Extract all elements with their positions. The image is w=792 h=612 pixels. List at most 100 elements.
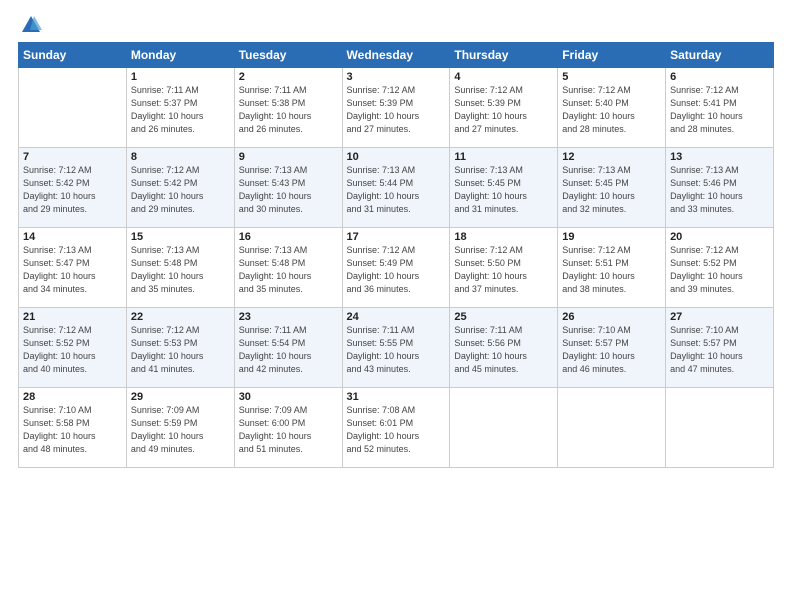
calendar-cell: 25Sunrise: 7:11 AM Sunset: 5:56 PM Dayli… [450, 308, 558, 388]
logo-icon [20, 14, 42, 36]
weekday-header-monday: Monday [126, 43, 234, 68]
weekday-header-saturday: Saturday [666, 43, 774, 68]
day-info: Sunrise: 7:13 AM Sunset: 5:47 PM Dayligh… [23, 244, 122, 296]
calendar-cell: 14Sunrise: 7:13 AM Sunset: 5:47 PM Dayli… [19, 228, 127, 308]
day-info: Sunrise: 7:12 AM Sunset: 5:40 PM Dayligh… [562, 84, 661, 136]
weekday-header-friday: Friday [558, 43, 666, 68]
day-number: 13 [670, 151, 769, 163]
calendar-cell [558, 388, 666, 468]
weekday-header-row: SundayMondayTuesdayWednesdayThursdayFrid… [19, 43, 774, 68]
calendar-cell: 1Sunrise: 7:11 AM Sunset: 5:37 PM Daylig… [126, 68, 234, 148]
day-info: Sunrise: 7:13 AM Sunset: 5:46 PM Dayligh… [670, 164, 769, 216]
day-number: 4 [454, 71, 553, 83]
day-number: 21 [23, 311, 122, 323]
day-number: 8 [131, 151, 230, 163]
day-number: 31 [347, 391, 446, 403]
day-info: Sunrise: 7:12 AM Sunset: 5:53 PM Dayligh… [131, 324, 230, 376]
weekday-header-sunday: Sunday [19, 43, 127, 68]
week-row-0: 1Sunrise: 7:11 AM Sunset: 5:37 PM Daylig… [19, 68, 774, 148]
calendar-cell: 7Sunrise: 7:12 AM Sunset: 5:42 PM Daylig… [19, 148, 127, 228]
day-number: 3 [347, 71, 446, 83]
day-info: Sunrise: 7:12 AM Sunset: 5:41 PM Dayligh… [670, 84, 769, 136]
calendar-cell: 9Sunrise: 7:13 AM Sunset: 5:43 PM Daylig… [234, 148, 342, 228]
day-number: 5 [562, 71, 661, 83]
calendar-cell: 29Sunrise: 7:09 AM Sunset: 5:59 PM Dayli… [126, 388, 234, 468]
header [18, 10, 774, 36]
calendar-cell [666, 388, 774, 468]
logo [18, 14, 42, 36]
day-info: Sunrise: 7:12 AM Sunset: 5:52 PM Dayligh… [670, 244, 769, 296]
weekday-header-tuesday: Tuesday [234, 43, 342, 68]
calendar-cell: 5Sunrise: 7:12 AM Sunset: 5:40 PM Daylig… [558, 68, 666, 148]
calendar-cell: 4Sunrise: 7:12 AM Sunset: 5:39 PM Daylig… [450, 68, 558, 148]
calendar-cell: 20Sunrise: 7:12 AM Sunset: 5:52 PM Dayli… [666, 228, 774, 308]
calendar-cell: 8Sunrise: 7:12 AM Sunset: 5:42 PM Daylig… [126, 148, 234, 228]
day-info: Sunrise: 7:13 AM Sunset: 5:48 PM Dayligh… [239, 244, 338, 296]
day-number: 14 [23, 231, 122, 243]
calendar-cell: 22Sunrise: 7:12 AM Sunset: 5:53 PM Dayli… [126, 308, 234, 388]
day-info: Sunrise: 7:12 AM Sunset: 5:42 PM Dayligh… [131, 164, 230, 216]
week-row-1: 7Sunrise: 7:12 AM Sunset: 5:42 PM Daylig… [19, 148, 774, 228]
day-info: Sunrise: 7:13 AM Sunset: 5:48 PM Dayligh… [131, 244, 230, 296]
calendar-cell: 6Sunrise: 7:12 AM Sunset: 5:41 PM Daylig… [666, 68, 774, 148]
calendar-cell: 18Sunrise: 7:12 AM Sunset: 5:50 PM Dayli… [450, 228, 558, 308]
day-number: 28 [23, 391, 122, 403]
day-number: 22 [131, 311, 230, 323]
calendar-cell: 17Sunrise: 7:12 AM Sunset: 5:49 PM Dayli… [342, 228, 450, 308]
day-info: Sunrise: 7:12 AM Sunset: 5:52 PM Dayligh… [23, 324, 122, 376]
day-info: Sunrise: 7:11 AM Sunset: 5:56 PM Dayligh… [454, 324, 553, 376]
day-info: Sunrise: 7:12 AM Sunset: 5:39 PM Dayligh… [347, 84, 446, 136]
day-info: Sunrise: 7:09 AM Sunset: 6:00 PM Dayligh… [239, 404, 338, 456]
weekday-header-wednesday: Wednesday [342, 43, 450, 68]
calendar-cell [450, 388, 558, 468]
calendar-cell: 23Sunrise: 7:11 AM Sunset: 5:54 PM Dayli… [234, 308, 342, 388]
day-number: 12 [562, 151, 661, 163]
day-info: Sunrise: 7:13 AM Sunset: 5:44 PM Dayligh… [347, 164, 446, 216]
calendar-cell: 30Sunrise: 7:09 AM Sunset: 6:00 PM Dayli… [234, 388, 342, 468]
day-info: Sunrise: 7:11 AM Sunset: 5:38 PM Dayligh… [239, 84, 338, 136]
week-row-2: 14Sunrise: 7:13 AM Sunset: 5:47 PM Dayli… [19, 228, 774, 308]
day-number: 18 [454, 231, 553, 243]
day-info: Sunrise: 7:13 AM Sunset: 5:45 PM Dayligh… [454, 164, 553, 216]
day-info: Sunrise: 7:12 AM Sunset: 5:50 PM Dayligh… [454, 244, 553, 296]
day-number: 19 [562, 231, 661, 243]
day-info: Sunrise: 7:12 AM Sunset: 5:49 PM Dayligh… [347, 244, 446, 296]
day-info: Sunrise: 7:12 AM Sunset: 5:42 PM Dayligh… [23, 164, 122, 216]
day-number: 2 [239, 71, 338, 83]
day-number: 20 [670, 231, 769, 243]
calendar-cell: 28Sunrise: 7:10 AM Sunset: 5:58 PM Dayli… [19, 388, 127, 468]
day-info: Sunrise: 7:13 AM Sunset: 5:43 PM Dayligh… [239, 164, 338, 216]
day-number: 29 [131, 391, 230, 403]
day-info: Sunrise: 7:09 AM Sunset: 5:59 PM Dayligh… [131, 404, 230, 456]
page: SundayMondayTuesdayWednesdayThursdayFrid… [0, 0, 792, 478]
calendar-cell: 10Sunrise: 7:13 AM Sunset: 5:44 PM Dayli… [342, 148, 450, 228]
day-number: 6 [670, 71, 769, 83]
day-info: Sunrise: 7:11 AM Sunset: 5:54 PM Dayligh… [239, 324, 338, 376]
calendar-cell: 15Sunrise: 7:13 AM Sunset: 5:48 PM Dayli… [126, 228, 234, 308]
day-info: Sunrise: 7:12 AM Sunset: 5:39 PM Dayligh… [454, 84, 553, 136]
calendar-cell: 31Sunrise: 7:08 AM Sunset: 6:01 PM Dayli… [342, 388, 450, 468]
day-info: Sunrise: 7:12 AM Sunset: 5:51 PM Dayligh… [562, 244, 661, 296]
day-number: 23 [239, 311, 338, 323]
day-number: 11 [454, 151, 553, 163]
day-number: 9 [239, 151, 338, 163]
calendar-cell [19, 68, 127, 148]
calendar-cell: 26Sunrise: 7:10 AM Sunset: 5:57 PM Dayli… [558, 308, 666, 388]
calendar-cell: 16Sunrise: 7:13 AM Sunset: 5:48 PM Dayli… [234, 228, 342, 308]
calendar-table: SundayMondayTuesdayWednesdayThursdayFrid… [18, 42, 774, 468]
calendar-cell: 11Sunrise: 7:13 AM Sunset: 5:45 PM Dayli… [450, 148, 558, 228]
weekday-header-thursday: Thursday [450, 43, 558, 68]
day-number: 17 [347, 231, 446, 243]
week-row-3: 21Sunrise: 7:12 AM Sunset: 5:52 PM Dayli… [19, 308, 774, 388]
day-number: 24 [347, 311, 446, 323]
week-row-4: 28Sunrise: 7:10 AM Sunset: 5:58 PM Dayli… [19, 388, 774, 468]
day-number: 10 [347, 151, 446, 163]
calendar-cell: 21Sunrise: 7:12 AM Sunset: 5:52 PM Dayli… [19, 308, 127, 388]
calendar-cell: 13Sunrise: 7:13 AM Sunset: 5:46 PM Dayli… [666, 148, 774, 228]
day-number: 26 [562, 311, 661, 323]
day-number: 1 [131, 71, 230, 83]
day-info: Sunrise: 7:11 AM Sunset: 5:37 PM Dayligh… [131, 84, 230, 136]
day-number: 27 [670, 311, 769, 323]
calendar-cell: 2Sunrise: 7:11 AM Sunset: 5:38 PM Daylig… [234, 68, 342, 148]
calendar-cell: 19Sunrise: 7:12 AM Sunset: 5:51 PM Dayli… [558, 228, 666, 308]
